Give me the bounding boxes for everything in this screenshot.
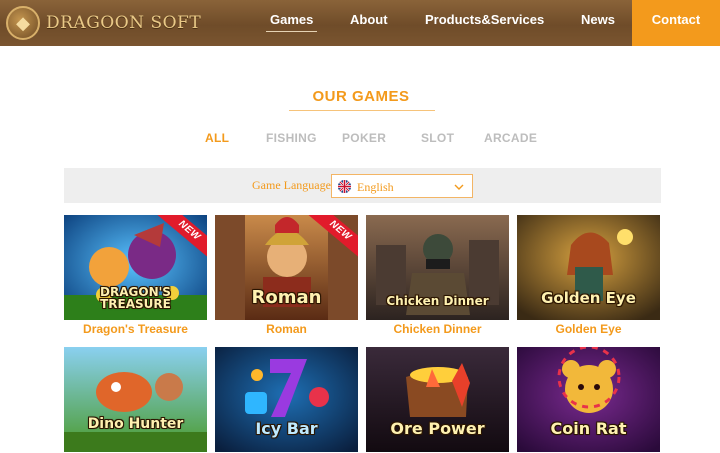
game-thumbnail[interactable]: DRAGON'S TREASURE NEW xyxy=(64,215,207,320)
game-logo-text: Dino Hunter xyxy=(87,416,184,432)
nav-about[interactable]: About xyxy=(350,0,388,46)
game-logo-text: Ore Power xyxy=(390,419,485,438)
game-thumbnail[interactable]: Roman NEW xyxy=(215,215,358,320)
title-underline xyxy=(289,110,435,111)
game-logo-text: Chicken Dinner xyxy=(386,294,489,308)
filter-poker[interactable]: POKER xyxy=(342,131,386,145)
filter-fishing[interactable]: FISHING xyxy=(266,131,317,145)
game-name[interactable]: Chicken Dinner xyxy=(366,322,509,336)
game-thumbnail[interactable]: Golden Eye xyxy=(517,215,660,320)
filter-arcade[interactable]: ARCADE xyxy=(484,131,537,145)
uk-flag-icon xyxy=(338,180,351,193)
game-logo-text: DRAGON'S TREASURE xyxy=(100,285,171,311)
filter-all[interactable]: ALL xyxy=(205,131,229,145)
nav-products-services[interactable]: Products&Services xyxy=(425,0,544,46)
dragon-emblem-icon: ◆ xyxy=(6,6,40,40)
game-name[interactable]: Roman xyxy=(215,322,358,336)
game-name[interactable]: Golden Eye xyxy=(517,322,660,336)
nav-games[interactable]: Games xyxy=(265,0,318,46)
game-logo-text: Roman xyxy=(251,287,322,308)
game-logo-text: Golden Eye xyxy=(541,289,636,307)
language-label: Game Language xyxy=(252,178,331,192)
brand-logo[interactable]: ◆ DRAGOON SOFT xyxy=(6,4,201,42)
filter-slot[interactable]: SLOT xyxy=(421,131,454,145)
site-header: ◆ DRAGOON SOFT Games About Products&Serv… xyxy=(0,0,720,46)
nav-news[interactable]: News xyxy=(581,0,615,46)
chevron-down-icon xyxy=(453,180,465,192)
section-title: OUR GAMES xyxy=(312,88,410,105)
game-logo-text: Icy Bar xyxy=(255,419,318,438)
game-thumbnail[interactable]: Dino Hunter xyxy=(64,347,207,452)
game-thumbnail[interactable]: Coin Rat xyxy=(517,347,660,452)
contact-button[interactable]: Contact xyxy=(632,0,720,46)
game-logo-text: Coin Rat xyxy=(550,419,627,438)
game-name[interactable]: Dragon's Treasure xyxy=(64,322,207,336)
language-select[interactable]: English xyxy=(331,174,473,198)
game-thumbnail[interactable]: Ore Power xyxy=(366,347,509,452)
game-thumbnail[interactable]: Chicken Dinner xyxy=(366,215,509,320)
game-thumbnail[interactable]: Icy Bar xyxy=(215,347,358,452)
language-value: English xyxy=(357,180,394,194)
brand-name: DRAGOON SOFT xyxy=(46,13,202,33)
